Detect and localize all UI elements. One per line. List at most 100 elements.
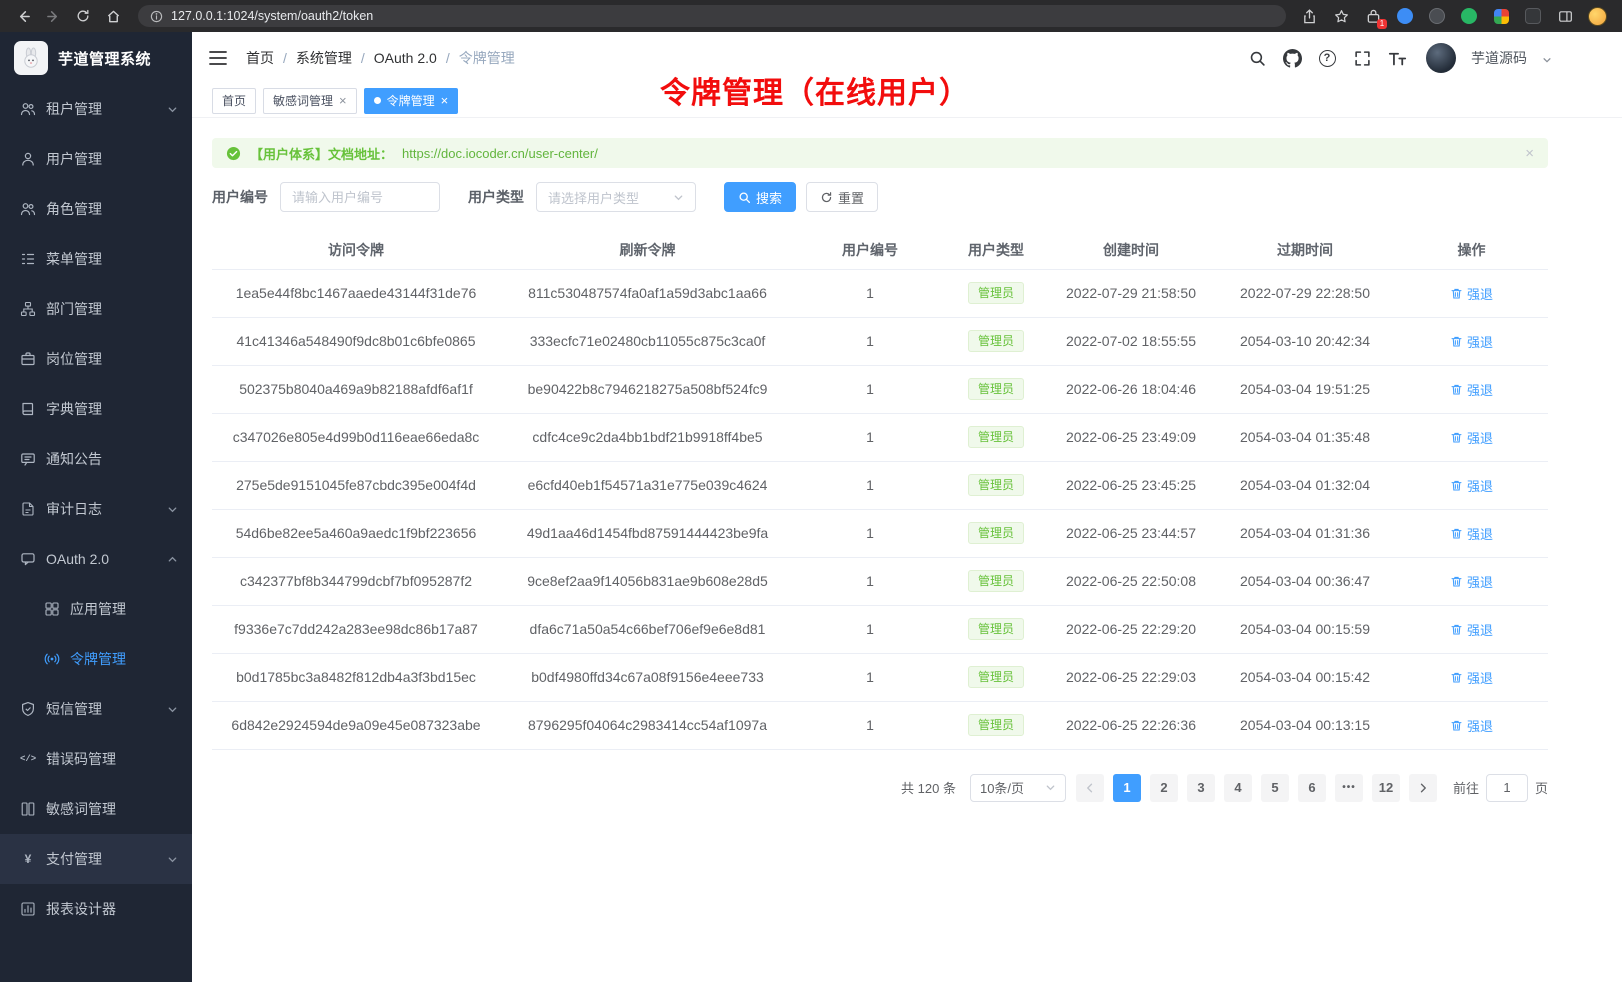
force-logout-button[interactable]: 强退 xyxy=(1450,476,1493,495)
expire-time-cell: 2054-03-04 00:15:42 xyxy=(1215,653,1395,701)
breadcrumb-current: 令牌管理 xyxy=(459,48,515,68)
browser-profile-button[interactable] xyxy=(1586,5,1608,27)
extension-blue-button[interactable] xyxy=(1394,5,1416,27)
chevron-down-icon xyxy=(1045,782,1056,793)
force-logout-button[interactable]: 强退 xyxy=(1450,428,1493,447)
force-logout-button[interactable]: 强退 xyxy=(1450,572,1493,591)
sidebar-item-label: 敏感词管理 xyxy=(46,799,178,819)
tab-label: 令牌管理 xyxy=(387,92,435,109)
page-button-2[interactable]: 2 xyxy=(1150,774,1178,802)
help-button[interactable]: ? xyxy=(1317,48,1337,68)
sidebar-item-oauth-app[interactable]: 应用管理 xyxy=(0,584,192,634)
user-id-input[interactable] xyxy=(280,182,440,212)
sidebar-item-role[interactable]: 角色管理 xyxy=(0,184,192,234)
split-view-icon xyxy=(1558,9,1573,24)
sidebar-item-audit-log[interactable]: 审计日志 xyxy=(0,484,192,534)
tab-home[interactable]: 首页 xyxy=(212,88,256,114)
tab-close-icon[interactable]: × xyxy=(441,94,449,107)
sidebar-item-dept[interactable]: 部门管理 xyxy=(0,284,192,334)
sidebar-item-notice[interactable]: 通知公告 xyxy=(0,434,192,484)
extension-gray-button[interactable] xyxy=(1522,5,1544,27)
reset-button[interactable]: 重置 xyxy=(806,182,878,212)
goto-label: 前往 xyxy=(1453,778,1479,797)
badge-icon xyxy=(20,351,36,367)
bookmark-button[interactable] xyxy=(1330,5,1352,27)
breadcrumb-home[interactable]: 首页 xyxy=(246,48,274,68)
force-logout-label: 强退 xyxy=(1467,572,1493,591)
page-button-1[interactable]: 1 xyxy=(1113,774,1141,802)
next-page-button[interactable] xyxy=(1409,774,1437,802)
app-logo[interactable]: 芋道管理系统 xyxy=(0,32,192,84)
tab-close-icon[interactable]: × xyxy=(339,94,347,107)
delete-icon xyxy=(1450,287,1463,300)
user-type-badge: 管理员 xyxy=(968,666,1024,688)
sidebar-item-oauth[interactable]: OAuth 2.0 xyxy=(0,534,192,584)
sidebar-item-errcode[interactable]: </> 错误码管理 xyxy=(0,734,192,784)
header-search-button[interactable] xyxy=(1247,48,1267,68)
fullscreen-button[interactable] xyxy=(1352,48,1372,68)
breadcrumb-oauth[interactable]: OAuth 2.0 xyxy=(374,50,437,66)
sidebar-item-sensitive-word[interactable]: 敏感词管理 xyxy=(0,784,192,834)
page-size-select[interactable]: 10条/页 xyxy=(970,774,1066,802)
address-bar[interactable]: 127.0.0.1:1024/system/oauth2/token xyxy=(138,5,1286,27)
logo-image xyxy=(14,41,48,75)
pagination-total: 共 120 条 xyxy=(901,778,956,797)
force-logout-button[interactable]: 强退 xyxy=(1450,620,1493,639)
page-button-4[interactable]: 4 xyxy=(1224,774,1252,802)
page-button-5[interactable]: 5 xyxy=(1261,774,1289,802)
prev-page-button[interactable] xyxy=(1076,774,1104,802)
extensions-button[interactable] xyxy=(1490,5,1512,27)
page-button-6[interactable]: 6 xyxy=(1298,774,1326,802)
page-button-3[interactable]: 3 xyxy=(1187,774,1215,802)
forward-button[interactable] xyxy=(40,4,66,28)
force-logout-button[interactable]: 强退 xyxy=(1450,284,1493,303)
sidebar-item-tenant[interactable]: 租户管理 xyxy=(0,84,192,134)
sidebar-item-report-designer[interactable]: 报表设计器 xyxy=(0,884,192,934)
back-button[interactable] xyxy=(10,4,36,28)
sidebar-item-sms[interactable]: 短信管理 xyxy=(0,684,192,734)
force-logout-button[interactable]: 强退 xyxy=(1450,380,1493,399)
site-info-icon[interactable] xyxy=(150,10,163,23)
extension-dark-button[interactable] xyxy=(1426,5,1448,27)
breadcrumb-system[interactable]: 系统管理 xyxy=(296,48,352,68)
extension-green-button[interactable] xyxy=(1458,5,1480,27)
refresh-button[interactable] xyxy=(70,4,96,28)
sidebar-toggle-icon[interactable] xyxy=(208,48,228,68)
sidebar-item-menu[interactable]: 菜单管理 xyxy=(0,234,192,284)
sidebar-item-dict[interactable]: 字典管理 xyxy=(0,384,192,434)
user-id-cell: 1 xyxy=(795,269,945,317)
force-logout-button[interactable]: 强退 xyxy=(1450,668,1493,687)
sidebar-item-post[interactable]: 岗位管理 xyxy=(0,334,192,384)
goto-page-input[interactable] xyxy=(1486,774,1528,802)
force-logout-button[interactable]: 强退 xyxy=(1450,716,1493,735)
pager-more-button[interactable]: ••• xyxy=(1335,774,1363,802)
sidebar-item-label: 用户管理 xyxy=(46,149,178,169)
document-icon xyxy=(20,501,36,517)
font-size-button[interactable] xyxy=(1387,48,1407,68)
delete-icon xyxy=(1450,623,1463,636)
pager-goto: 前往 页 xyxy=(1453,774,1548,802)
force-logout-button[interactable]: 强退 xyxy=(1450,332,1493,351)
search-button[interactable]: 搜索 xyxy=(724,182,796,212)
extension-password-button[interactable]: 1 xyxy=(1362,5,1384,27)
alert-doc-link[interactable]: https://doc.iocoder.cn/user-center/ xyxy=(402,146,598,161)
home-button[interactable] xyxy=(100,4,126,28)
split-view-button[interactable] xyxy=(1554,5,1576,27)
create-time-cell: 2022-06-25 23:44:57 xyxy=(1047,509,1215,557)
tab-sensitive-word[interactable]: 敏感词管理 × xyxy=(263,88,357,114)
access-token-cell: 54d6be82ee5a460a9aedc1f9bf223656 xyxy=(212,509,500,557)
user-dropdown-caret-icon[interactable] xyxy=(1542,55,1552,65)
share-button[interactable] xyxy=(1298,5,1320,27)
github-button[interactable] xyxy=(1282,48,1302,68)
page-button-12[interactable]: 12 xyxy=(1372,774,1400,802)
alert-close-icon[interactable]: × xyxy=(1525,145,1534,162)
sidebar-menu: 租户管理 用户管理 角色管理 菜单管理 部门管理 岗位管理 xyxy=(0,84,192,934)
app-grid-icon xyxy=(44,601,60,617)
user-type-select[interactable]: 请选择用户类型 xyxy=(536,182,696,212)
sidebar-item-user[interactable]: 用户管理 xyxy=(0,134,192,184)
sidebar-item-pay[interactable]: ¥ 支付管理 xyxy=(0,834,192,884)
user-avatar[interactable] xyxy=(1426,43,1456,73)
sidebar-item-oauth-token[interactable]: 令牌管理 xyxy=(0,634,192,684)
tab-token[interactable]: 令牌管理 × xyxy=(364,88,459,114)
force-logout-button[interactable]: 强退 xyxy=(1450,524,1493,543)
